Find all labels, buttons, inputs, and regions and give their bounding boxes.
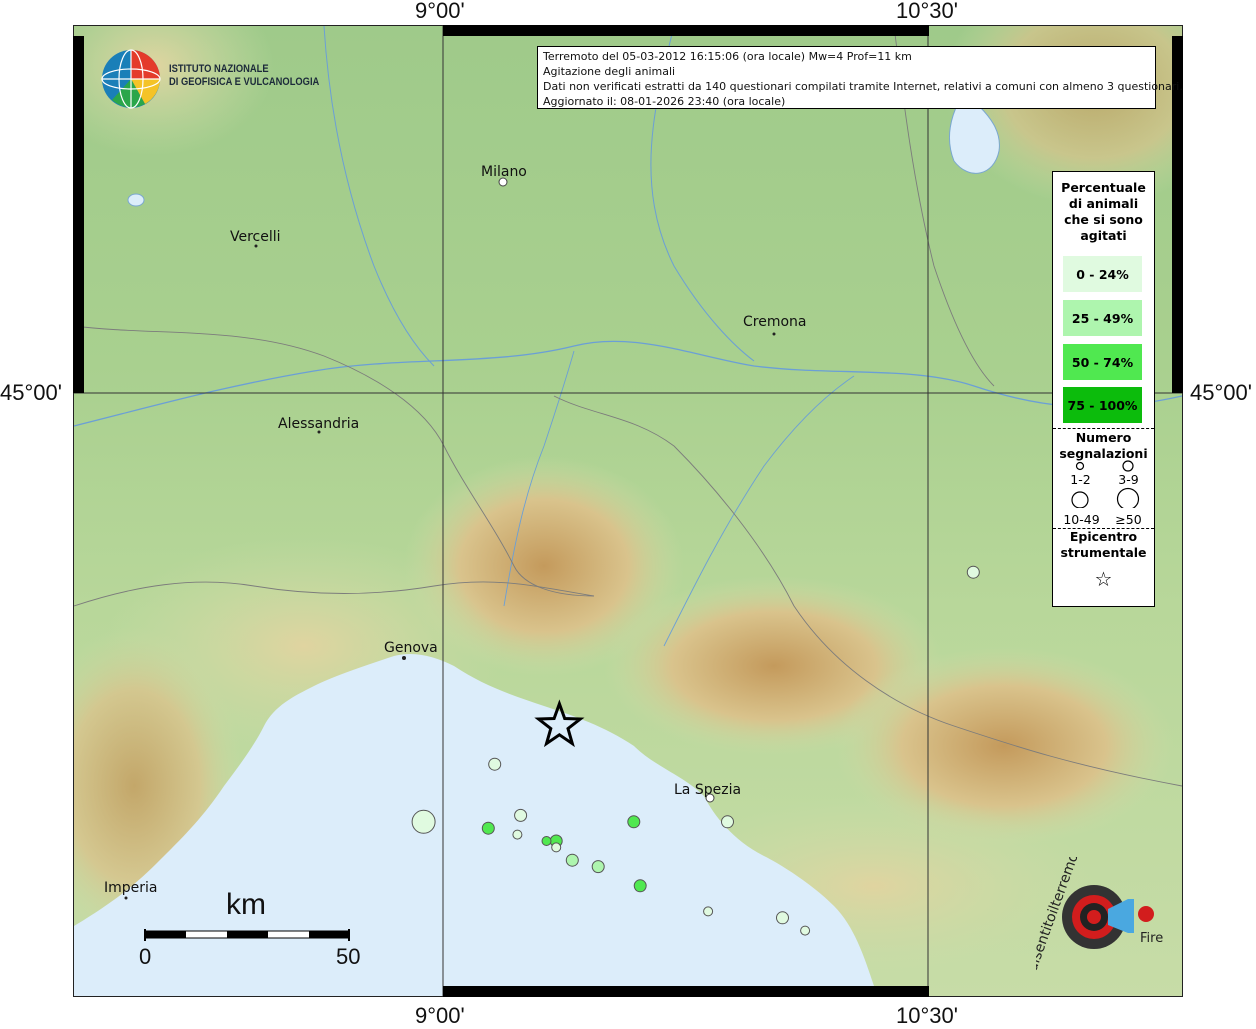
coord-label-right: 45°00' xyxy=(1190,380,1252,405)
ingv-name: ISTITUTO NAZIONALE DI GEOFISICA E VULCAN… xyxy=(169,63,319,89)
city-label-imperia: Imperia xyxy=(104,880,158,896)
city-dot-genova xyxy=(402,656,406,660)
legend-size-label-1: 3-9 xyxy=(1118,472,1139,487)
map-frame xyxy=(73,25,1183,997)
felt-report-point-1[interactable] xyxy=(488,757,502,771)
frame-bar-top xyxy=(443,25,929,36)
legend-epicenter-line1: Epicentro xyxy=(1069,529,1138,544)
coord-label-left: 45°00' xyxy=(0,380,62,405)
coord-label-top-left: 9°00' xyxy=(415,0,465,23)
scale-max-label: 50 xyxy=(336,944,361,969)
city-label-milano: Milano xyxy=(481,164,527,180)
city-dot-imperia xyxy=(124,896,128,900)
legend-class-2-label: 50 - 74% xyxy=(1071,354,1134,370)
lake-viverone xyxy=(127,193,145,207)
legend-class-3-label: 75 - 100% xyxy=(1067,397,1138,413)
felt-report-point-4[interactable] xyxy=(512,829,523,840)
legend-separator-1 xyxy=(1053,428,1154,429)
felt-report-point-7[interactable] xyxy=(541,836,552,846)
coord-label-bottom-left: 9°00' xyxy=(415,1003,465,1028)
coord-label-bottom-right: 10°30' xyxy=(896,1003,958,1028)
event-info-box: Terremoto del 05-03-2012 16:15:06 (ora l… xyxy=(537,46,1183,109)
info-line-disclaimer: Dati non verificati estratti da 140 ques… xyxy=(543,80,1183,93)
scale-bar xyxy=(144,929,350,941)
felt-report-point-13[interactable] xyxy=(721,815,734,829)
felt-report-point-16[interactable] xyxy=(703,906,714,917)
felt-report-point-2[interactable] xyxy=(411,809,436,834)
legend-class-0-label: 0 - 24% xyxy=(1076,266,1129,282)
felt-report-point-15[interactable] xyxy=(800,925,811,936)
felt-report-point-11[interactable] xyxy=(633,879,647,893)
felt-report-point-9[interactable] xyxy=(565,853,579,867)
legend-title-line2: di animali xyxy=(1068,196,1139,211)
frame-bar-bottom xyxy=(443,986,929,997)
info-line-event: Terremoto del 05-03-2012 16:15:06 (ora l… xyxy=(543,50,912,63)
hsit-fire-text: Fire xyxy=(1140,931,1163,946)
legend-count-title-line1: Numero xyxy=(1075,430,1132,445)
legend-class-1: 25 - 49% xyxy=(1063,300,1142,336)
ingv-globe-icon xyxy=(101,49,161,109)
ingv-name-line2: DI GEOFISICA E VULCANOLOGIA xyxy=(169,76,320,88)
coord-label-top-right: 10°30' xyxy=(896,0,958,23)
felt-report-point-3[interactable] xyxy=(514,808,528,822)
felt-report-point-12[interactable] xyxy=(627,815,641,829)
terrain-map[interactable] xyxy=(74,26,1182,996)
legend-size-label-0: 1-2 xyxy=(1070,472,1091,487)
legend-size-label-3: ≥50 xyxy=(1115,512,1142,527)
legend-epicenter-line2: strumentale xyxy=(1060,545,1147,560)
legend-size-label-2: 10-49 xyxy=(1063,512,1100,527)
legend-box: Percentuale di animali che si sono agita… xyxy=(1052,171,1155,607)
scale-title: km xyxy=(226,888,266,921)
felt-report-point-8[interactable] xyxy=(551,842,562,853)
legend-title-line1: Percentuale xyxy=(1061,180,1146,195)
scale-min-label: 0 xyxy=(139,944,152,969)
info-line-updated: Aggiornato il: 08-01-2026 23:40 (ora loc… xyxy=(543,95,786,108)
legend-class-0: 0 - 24% xyxy=(1063,256,1142,292)
felt-report-point-0[interactable] xyxy=(966,565,980,579)
info-line-subject: Agitazione degli animali xyxy=(543,65,676,78)
legend-size-50plus xyxy=(1116,487,1140,508)
felt-report-point-10[interactable] xyxy=(591,860,605,874)
legend-title-line3: che si sono xyxy=(1064,212,1143,227)
legend-title-line4: agitati xyxy=(1080,228,1127,243)
legend-star-icon: ☆ xyxy=(1094,567,1113,591)
city-dot-cremona xyxy=(772,332,776,336)
legend-size-1-2 xyxy=(1075,461,1085,471)
legend-size-10-49 xyxy=(1071,491,1089,508)
city-label-cremona: Cremona xyxy=(743,314,807,330)
hsit-logo-icon[interactable]: haisentitoilterremoto.it Fire xyxy=(1036,857,1176,977)
legend-class-2: 50 - 74% xyxy=(1063,344,1142,380)
felt-report-point-14[interactable] xyxy=(776,911,789,925)
city-label-alessandria: Alessandria xyxy=(278,416,360,432)
legend-size-3-9 xyxy=(1122,460,1134,472)
ingv-name-line1: ISTITUTO NAZIONALE xyxy=(169,63,269,75)
frame-bar-left xyxy=(73,36,84,393)
city-label-genova: Genova xyxy=(384,640,438,656)
city-label-la-spezia: La Spezia xyxy=(674,782,742,798)
legend-class-3: 75 - 100% xyxy=(1063,387,1142,423)
felt-report-point-5[interactable] xyxy=(481,821,495,835)
legend-class-1-label: 25 - 49% xyxy=(1071,310,1134,326)
city-label-vercelli: Vercelli xyxy=(230,229,281,245)
